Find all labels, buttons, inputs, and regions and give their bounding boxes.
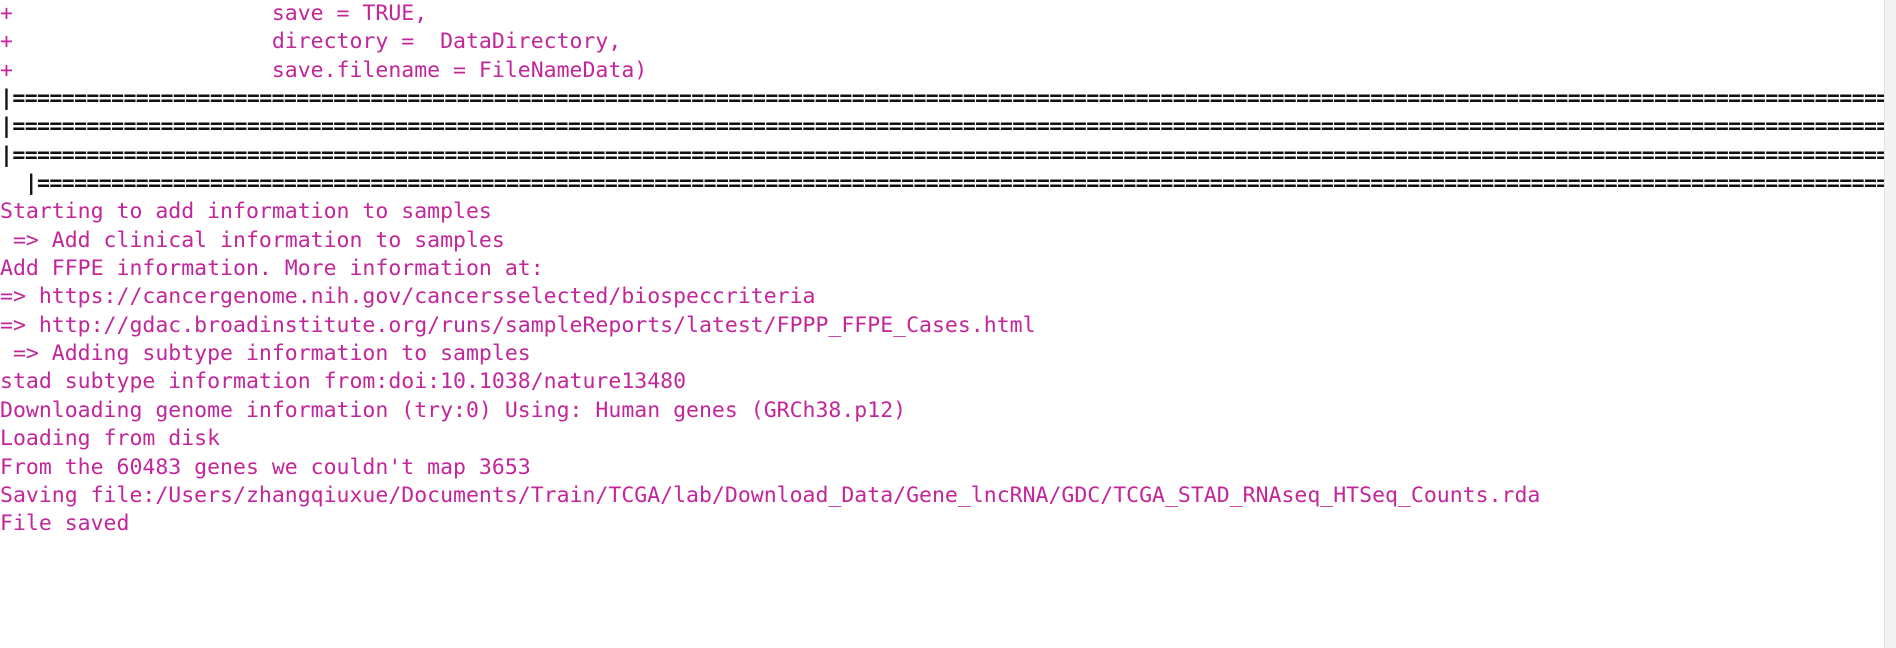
console-line-message: => Adding subtype information to samples [0,341,531,367]
console-line-code: + save.filename = FileNameData) [0,57,648,83]
console-line-progress: |=======================================… [24,171,1884,197]
console-line-message: => http://gdac.broadinstitute.org/runs/s… [0,312,1036,338]
pane-top-edge [0,0,1884,1]
console-line-message: Downloading genome information (try:0) U… [0,397,907,423]
console-line-message: stad subtype information from:doi:10.103… [0,369,687,395]
console-line-message: => Add clinical information to samples [0,227,505,253]
console-line-progress: |=======================================… [0,114,1884,140]
scrollbar-thumb[interactable] [1887,430,1895,580]
console-line-message: File saved [0,511,130,537]
console-line-message: From the 60483 genes we couldn't map 365… [0,454,531,480]
console-line-message: => https://cancergenome.nih.gov/cancerss… [0,284,816,310]
console-line-code: + save = TRUE, [0,1,428,26]
console-line-message: Starting to add information to samples [0,199,492,225]
console-line-progress: |=======================================… [0,86,1884,112]
console-line-message: Add FFPE information. More information a… [0,256,544,282]
console-line-list: + save = TRUE, + directory = DataDirector… [0,0,1884,539]
r-console-output-pane[interactable]: + save = TRUE, + directory = DataDirector… [0,0,1884,648]
console-line-message: Loading from disk [0,426,221,452]
console-line-progress: |=======================================… [0,142,1884,168]
console-line-message: Saving file:/Users/zhangqiuxue/Documents… [0,482,1541,508]
console-line-code: + directory = DataDirectory, [0,29,622,55]
console-vertical-scrollbar[interactable] [1884,0,1896,648]
